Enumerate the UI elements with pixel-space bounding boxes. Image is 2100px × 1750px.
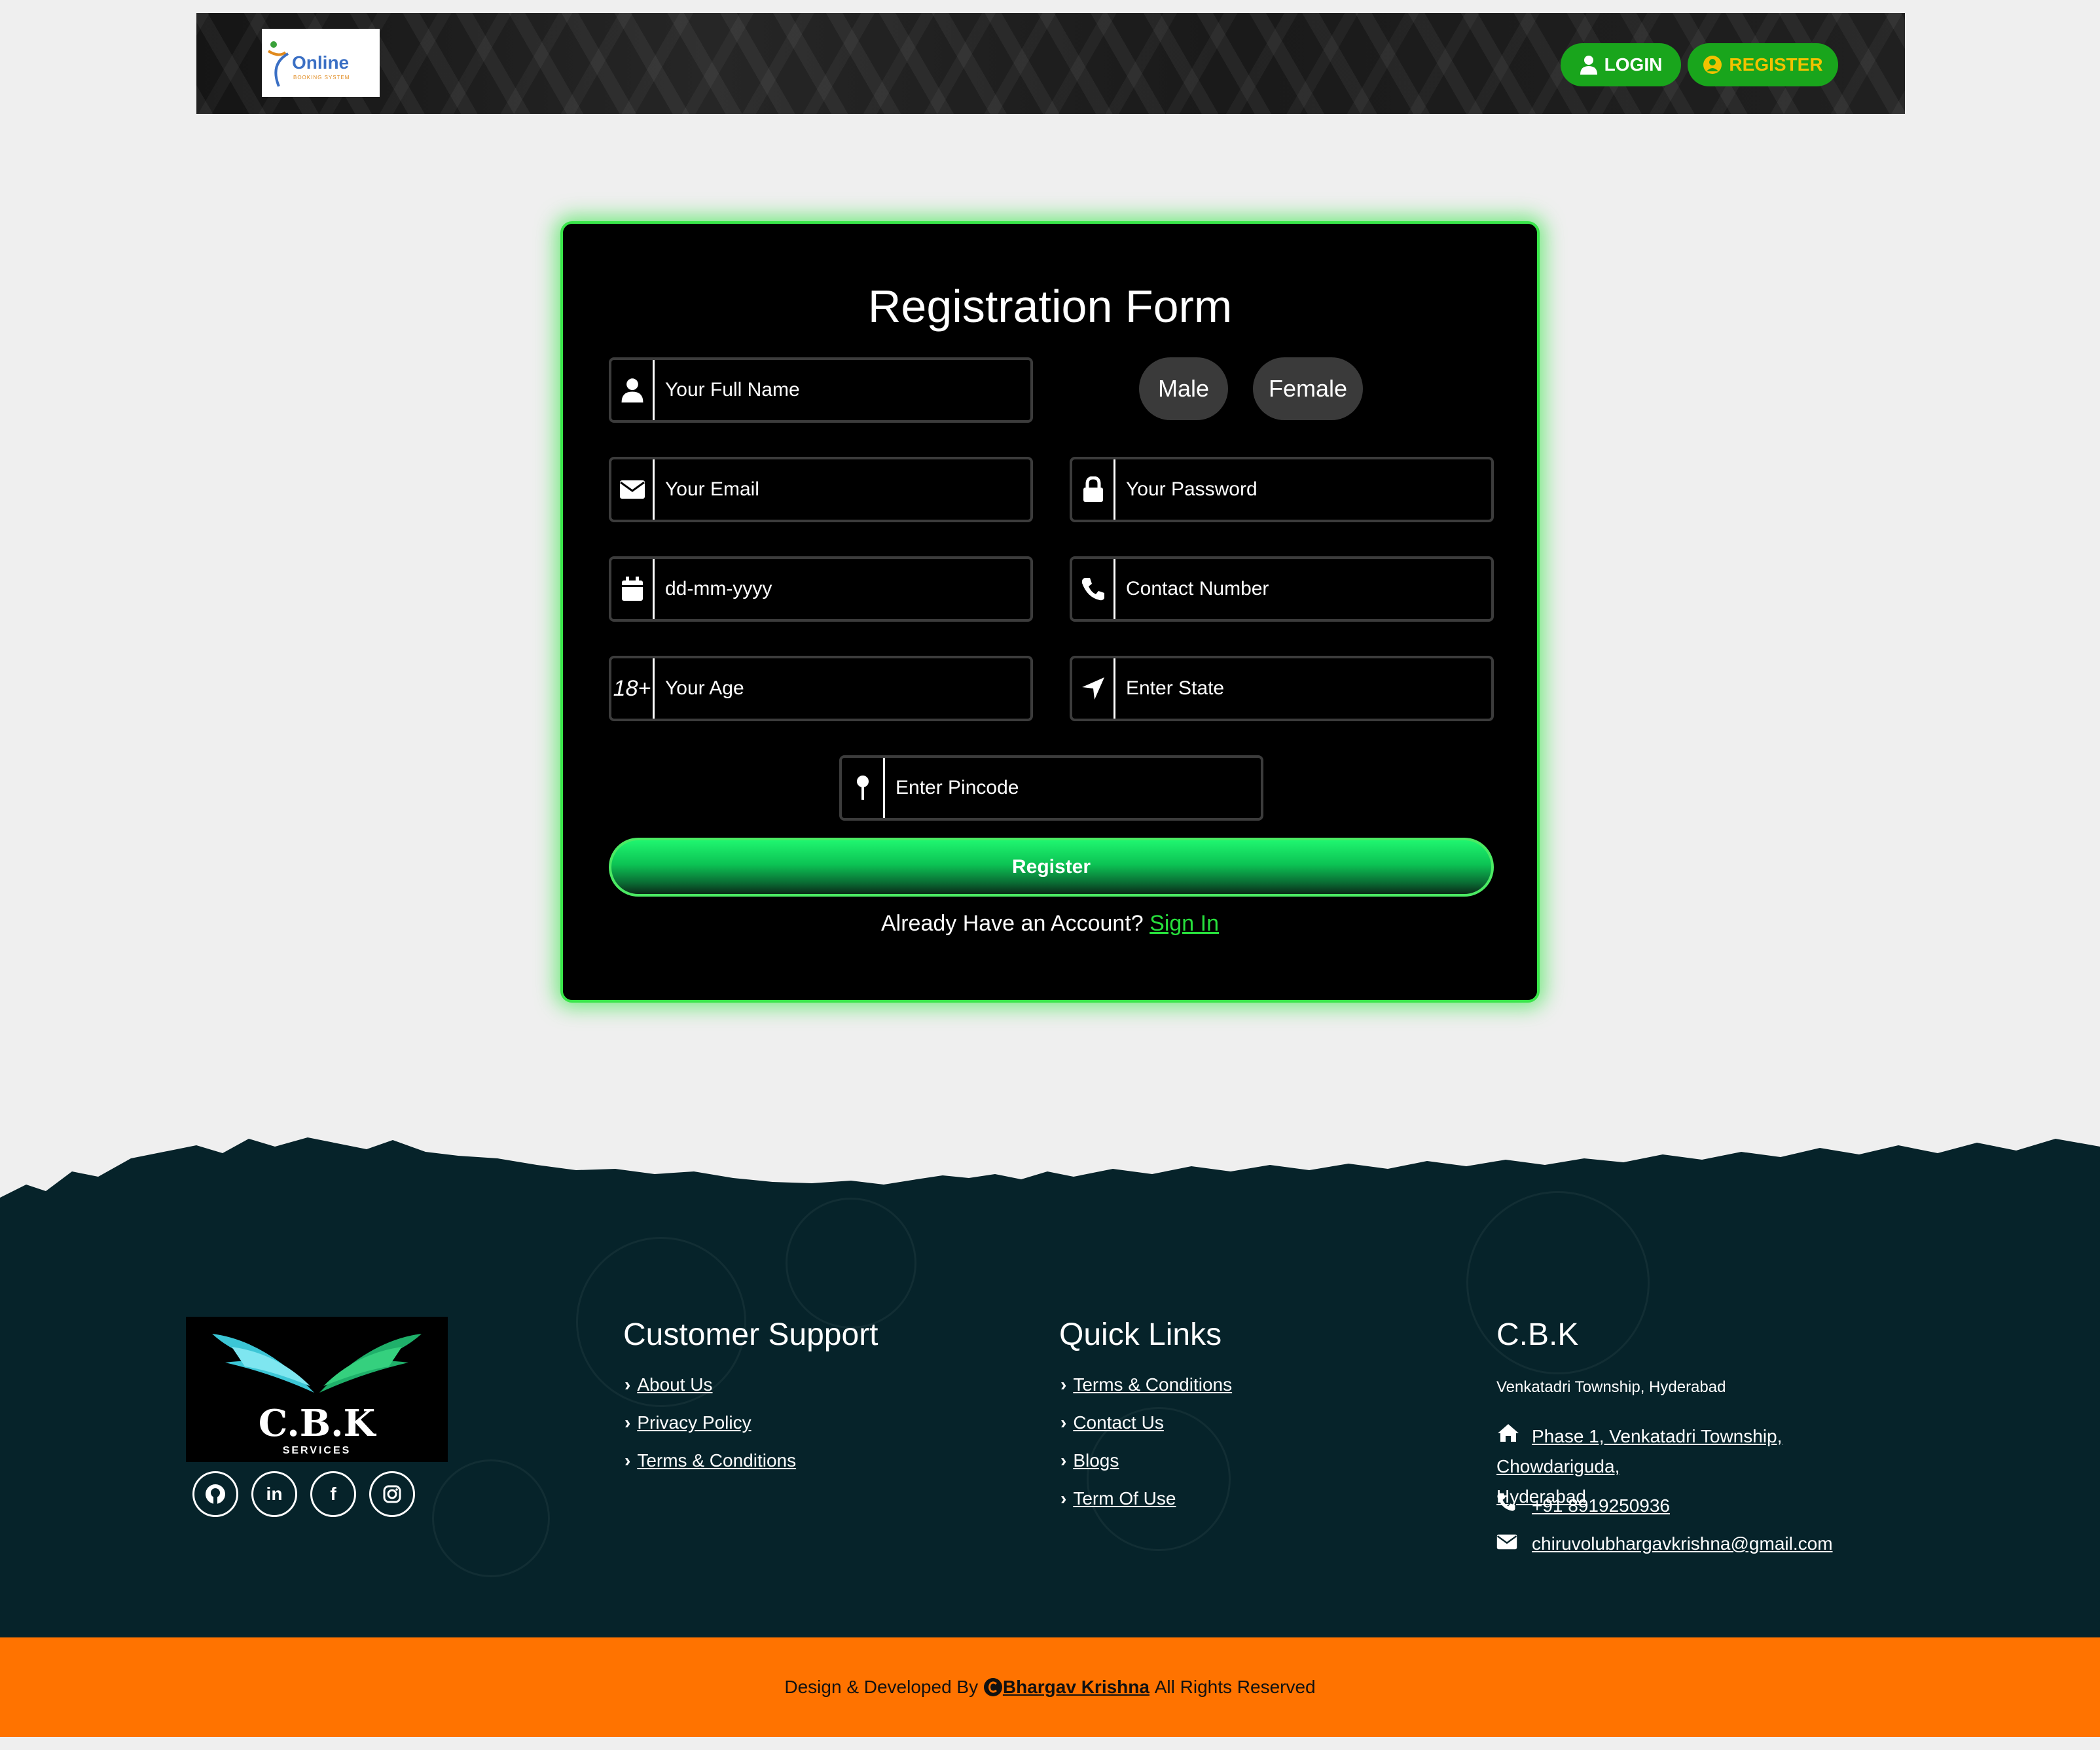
date-of-birth-field[interactable]: dd-mm-yyyy — [609, 556, 1033, 622]
gender-male-option[interactable]: Male — [1139, 357, 1228, 420]
github-icon[interactable] — [192, 1471, 238, 1517]
chevron-right-icon: › — [625, 1412, 631, 1433]
chevron-right-icon: › — [1060, 1412, 1067, 1433]
facebook-icon[interactable]: f — [310, 1471, 356, 1517]
home-icon — [1496, 1421, 1532, 1452]
phone-icon — [1496, 1491, 1532, 1521]
quick-link-contact-us[interactable]: › Contact Us — [1060, 1412, 1164, 1433]
quick-links-title: Quick Links — [1059, 1317, 1222, 1352]
site-logo[interactable]: Online BOOKING SYSTEM — [262, 29, 380, 97]
pincode-placeholder: Enter Pincode — [896, 777, 1019, 798]
chevron-right-icon: › — [1060, 1374, 1067, 1395]
contact-placeholder: Contact Number — [1126, 578, 1269, 599]
state-placeholder: Enter State — [1126, 677, 1225, 699]
copyright-prefix: Design & Developed By — [784, 1677, 979, 1697]
top-navbar: Online BOOKING SYSTEM LOGIN REGISTER — [196, 13, 1905, 114]
food-doodle-decoration — [432, 1459, 550, 1577]
logo-subtext: BOOKING SYSTEM — [293, 75, 350, 80]
login-label: LOGIN — [1604, 54, 1663, 75]
register-nav-button[interactable]: REGISTER — [1688, 43, 1838, 86]
company-phone[interactable]: +91 8919250936 — [1496, 1491, 1670, 1521]
map-pin-icon — [842, 758, 885, 818]
full-name-field[interactable]: Your Full Name — [609, 357, 1033, 423]
customer-support-title: Customer Support — [623, 1317, 878, 1352]
lock-icon — [1072, 459, 1115, 520]
company-email[interactable]: chiruvolubhargavkrishna@gmail.com — [1496, 1529, 1833, 1559]
footer-link-terms-conditions[interactable]: › Terms & Conditions — [625, 1450, 796, 1471]
phone-icon — [1072, 559, 1115, 619]
author-link[interactable]: Bhargav Krishna — [1003, 1677, 1150, 1698]
food-doodle-decoration — [786, 1198, 916, 1329]
quick-link-blogs[interactable]: › Blogs — [1060, 1450, 1119, 1471]
brand-name: C.B.K — [258, 1402, 376, 1445]
location-arrow-icon — [1072, 658, 1115, 719]
gender-female-option[interactable]: Female — [1253, 357, 1363, 420]
logo-swoosh-icon — [267, 41, 289, 87]
footer-brand-logo[interactable]: C.B.K SERVICES — [186, 1317, 448, 1462]
copyright-suffix: All Rights Reserved — [1154, 1677, 1316, 1697]
envelope-icon — [611, 459, 655, 520]
form-title: Registration Form — [867, 281, 1233, 332]
user-icon — [611, 360, 655, 420]
email-placeholder: Your Email — [665, 478, 759, 500]
chevron-right-icon: › — [625, 1374, 631, 1395]
state-field[interactable]: Enter State — [1070, 656, 1494, 721]
quick-link-term-of-use[interactable]: › Term Of Use — [1060, 1488, 1176, 1509]
contact-number-field[interactable]: Contact Number — [1070, 556, 1494, 622]
chevron-right-icon: › — [625, 1450, 631, 1471]
password-placeholder: Your Password — [1126, 478, 1258, 500]
age-field[interactable]: 18+ Your Age — [609, 656, 1033, 721]
company-title: C.B.K — [1496, 1317, 1579, 1352]
linkedin-icon[interactable]: in — [251, 1471, 297, 1517]
quick-link-terms-conditions[interactable]: › Terms & Conditions — [1060, 1374, 1232, 1395]
envelope-icon — [1496, 1529, 1532, 1559]
calendar-icon — [611, 559, 655, 619]
pincode-field[interactable]: Enter Pincode — [839, 755, 1263, 821]
chevron-right-icon: › — [1060, 1450, 1067, 1471]
dob-placeholder: dd-mm-yyyy — [665, 578, 772, 599]
account-prompt-text: Already Have an Account? — [880, 911, 1144, 936]
signin-prompt: Already Have an Account? Sign In — [563, 911, 1537, 937]
login-button[interactable]: LOGIN — [1561, 43, 1681, 86]
password-field[interactable]: Your Password — [1070, 457, 1494, 522]
chevron-right-icon: › — [1060, 1488, 1067, 1509]
email-field[interactable]: Your Email — [609, 457, 1033, 522]
footer-link-about-us[interactable]: › About Us — [625, 1374, 713, 1395]
footer-torn-edge — [0, 1137, 2100, 1217]
brand-tagline: SERVICES — [282, 1445, 352, 1456]
age-placeholder: Your Age — [665, 677, 744, 699]
site-footer: C.B.K SERVICES in f Customer Support › Ab… — [0, 1191, 2100, 1637]
user-circle-icon — [1703, 56, 1722, 74]
copyright-bar: Design & Developed By Bhargav Krishna Al… — [0, 1637, 2100, 1737]
signin-link[interactable]: Sign In — [1150, 911, 1219, 936]
full-name-placeholder: Your Full Name — [665, 379, 800, 401]
wings-icon — [212, 1334, 422, 1393]
instagram-icon[interactable] — [369, 1471, 415, 1517]
user-icon — [1580, 56, 1597, 75]
footer-link-privacy-policy[interactable]: › Privacy Policy — [625, 1412, 751, 1433]
register-submit-button[interactable]: Register — [609, 838, 1494, 897]
company-location: Venkatadri Township, Hyderabad — [1496, 1378, 1726, 1396]
copyright-icon — [983, 1678, 1002, 1696]
register-nav-label: REGISTER — [1729, 54, 1823, 75]
registration-card: Registration Form Your Full Name Male Fe… — [560, 221, 1540, 1003]
logo-text: Online — [292, 52, 350, 73]
age-18-plus-icon: 18+ — [611, 658, 655, 719]
